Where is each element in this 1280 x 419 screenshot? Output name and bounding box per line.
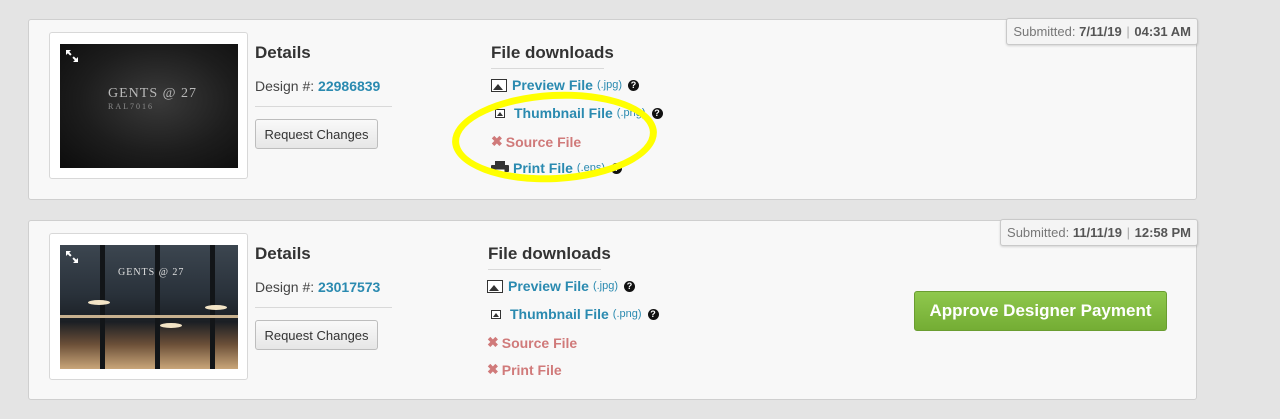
design-label: Design #: [255,279,315,295]
preview-file-row: Preview File (.jpg) ? [487,278,635,294]
unavailable-x-icon: ✖ [487,334,499,350]
preview-file-link[interactable]: Preview File [512,77,593,93]
file-extension: (.png) [612,308,642,320]
photo-detail [160,323,182,328]
details-title: Details [255,43,311,62]
submitted-label: Submitted: [1007,225,1070,240]
submitted-time: 12:58 PM [1134,225,1191,240]
submitted-date: 11/11/19 [1072,225,1122,240]
file-extension: (.jpg) [592,280,618,292]
divider [255,106,392,107]
design-thumbnail[interactable]: GENTS @ 27 RAL7016 [49,32,248,179]
request-changes-button[interactable]: Request Changes [255,119,378,149]
help-icon[interactable]: ? [628,79,639,91]
preview-file-row: Preview File (.jpg) ? [491,77,639,93]
photo-detail [100,245,105,369]
design-thumbnail[interactable]: GENTS @ 27 [49,233,248,380]
details-title: Details [255,244,311,263]
submitted-label: Submitted: [1013,24,1076,39]
unavailable-x-icon: ✖ [487,361,499,377]
photo-detail [155,245,160,369]
thumbnail-brand-text: GENTS @ 27 [108,86,198,101]
submitted-badge: Submitted: 11/11/19 | 12:58 PM [1000,219,1198,246]
thumbnail-brand-text: GENTS @ 27 [118,267,185,278]
approve-designer-payment-button[interactable]: Approve Designer Payment [914,291,1167,331]
submitted-date: 7/11/19 [1079,24,1122,39]
help-icon[interactable]: ? [651,107,663,119]
divider [255,307,392,308]
print-file-row: ✖ Print File [487,361,562,378]
preview-file-link[interactable]: Preview File [508,278,589,294]
submitted-separator: | [1126,225,1130,240]
photo-detail [60,315,238,318]
source-file-unavailable: Source File [501,334,578,351]
file-extension: (.jpg) [596,79,622,91]
submitted-separator: | [1126,24,1130,39]
design-number-row: Design #: 23017573 [255,279,380,295]
file-downloads-title: File downloads [488,244,611,263]
print-file-unavailable: Print File [501,361,562,378]
expand-icon[interactable] [64,249,80,265]
design-number-row: Design #: 22986839 [255,78,380,94]
divider [488,269,601,270]
photo-detail [88,300,110,305]
thumbnail-file-link[interactable]: Thumbnail File [510,306,609,322]
help-icon[interactable]: ? [624,280,635,292]
design-image[interactable]: GENTS @ 27 RAL7016 [60,44,238,168]
submitted-time: 04:31 AM [1134,24,1191,39]
design-image[interactable]: GENTS @ 27 [60,245,238,369]
thumbnail-file-row: Thumbnail File (.png) ? [487,306,659,322]
design-label: Design #: [255,78,315,94]
request-changes-button[interactable]: Request Changes [255,320,378,350]
thumbnail-sub-text: RAL7016 [108,102,154,111]
file-downloads-title: File downloads [491,43,614,62]
expand-icon[interactable] [64,48,80,64]
source-file-row: ✖ Source File [487,334,577,351]
photo-detail [205,305,227,310]
help-icon[interactable]: ? [647,308,659,320]
image-icon [491,78,507,92]
design-number-link[interactable]: 23017573 [318,279,380,295]
image-icon [487,279,503,293]
divider [491,68,604,69]
image-icon [491,309,501,319]
submitted-badge: Submitted: 7/11/19 | 04:31 AM [1006,18,1198,45]
design-number-link[interactable]: 22986839 [318,78,380,94]
